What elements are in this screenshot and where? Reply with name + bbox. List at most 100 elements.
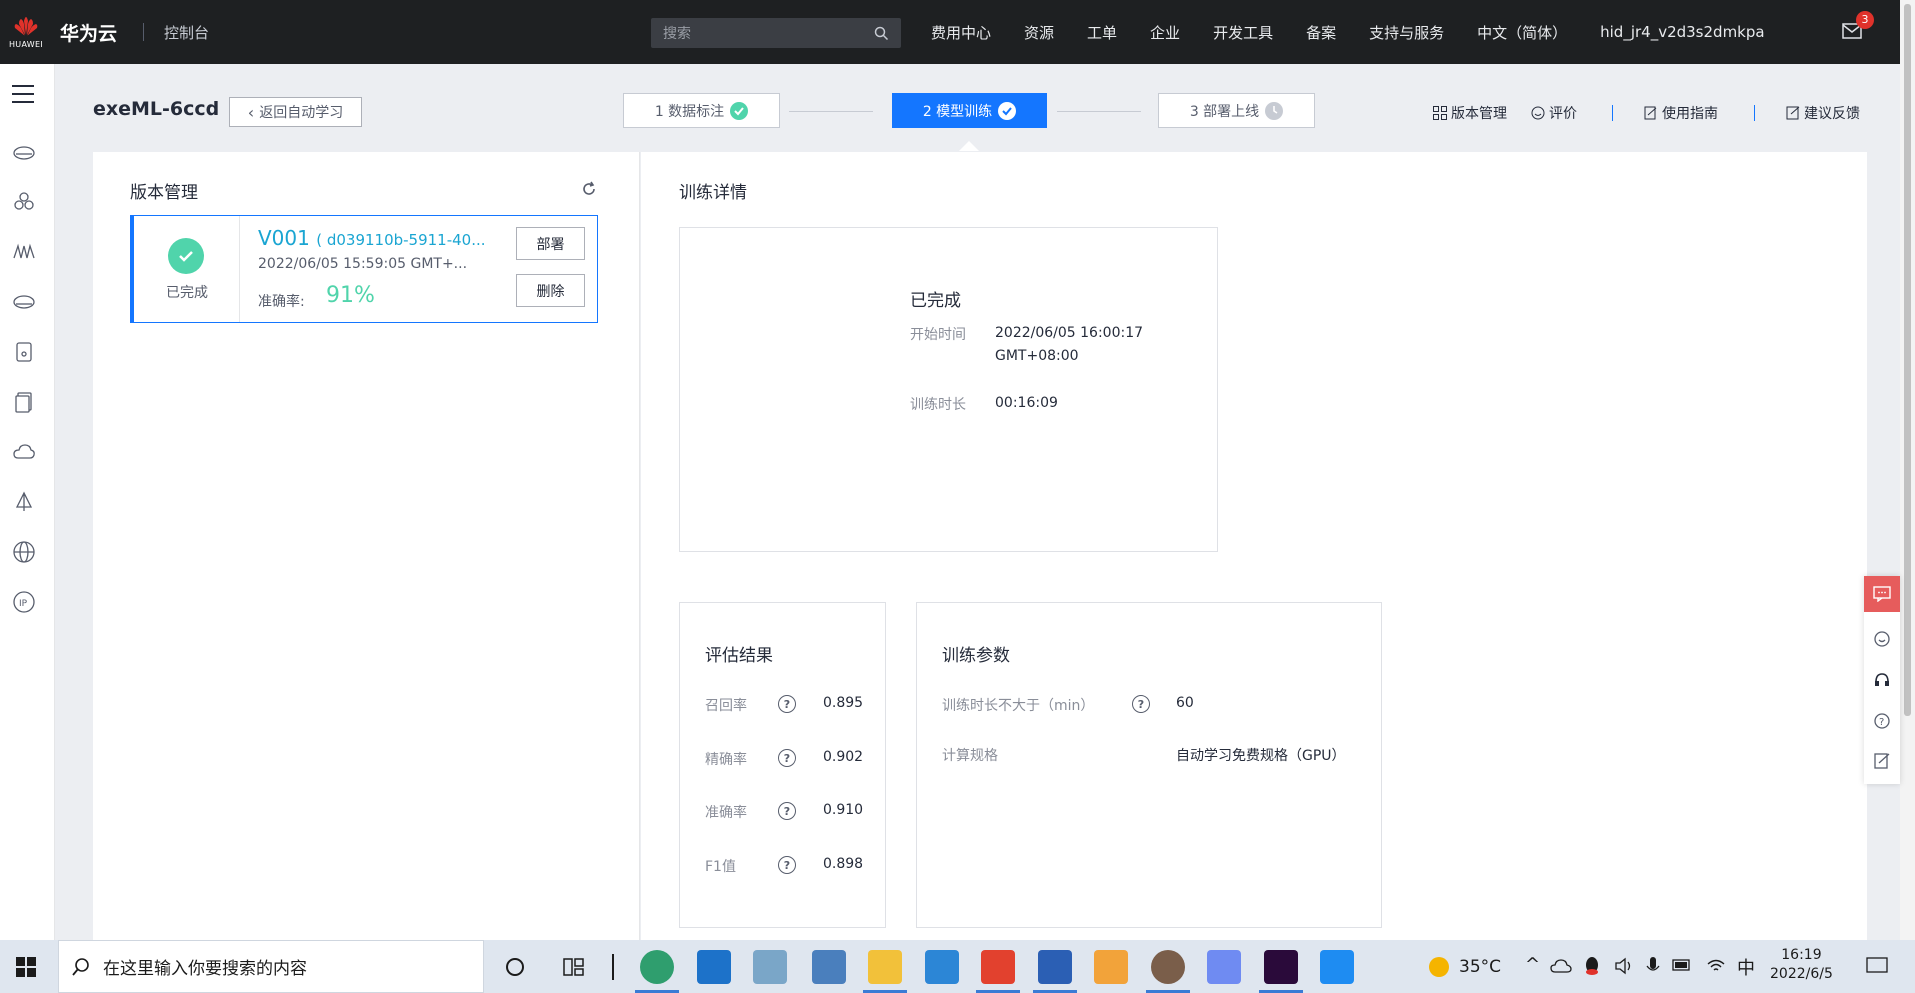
search-input[interactable]: 搜索 bbox=[651, 18, 901, 48]
step-data-labeling[interactable]: 1 数据标注 bbox=[623, 93, 780, 128]
version-card[interactable]: 已完成 V001 ( d039110b-5911-40... 2022/06/0… bbox=[130, 215, 598, 323]
version-manage-link[interactable]: 版本管理 bbox=[1433, 103, 1507, 123]
feishu-app-icon[interactable] bbox=[1320, 950, 1354, 984]
step-model-training[interactable]: 2 模型训练 bbox=[892, 93, 1047, 128]
check-circle-icon bbox=[730, 101, 749, 120]
step-deploy[interactable]: 3 部署上线 bbox=[1158, 93, 1315, 128]
nav-item-billing[interactable]: 费用中心 bbox=[931, 22, 991, 43]
cluster-icon[interactable] bbox=[12, 190, 36, 214]
duration-value: 00:16:09 bbox=[995, 395, 1058, 411]
rate-link[interactable]: 评价 bbox=[1531, 103, 1577, 123]
page-scrollbar[interactable] bbox=[1900, 0, 1915, 940]
clock-date: 2022/6/5 bbox=[1770, 966, 1833, 982]
weather-widget[interactable]: 35°C bbox=[1427, 955, 1501, 979]
clock-icon bbox=[1265, 101, 1284, 120]
help-icon[interactable]: ? bbox=[778, 856, 796, 874]
step-label: 1 数据标注 bbox=[654, 103, 725, 120]
nav-item-devtools[interactable]: 开发工具 bbox=[1213, 22, 1273, 43]
help-icon[interactable]: ? bbox=[1873, 712, 1891, 730]
page-title: exeML-6ccd bbox=[93, 98, 220, 120]
cloud-drive-icon[interactable] bbox=[1207, 950, 1241, 984]
help-icon[interactable]: ? bbox=[778, 802, 796, 820]
help-icon[interactable]: ? bbox=[778, 695, 796, 713]
network-icon[interactable] bbox=[12, 490, 36, 514]
delete-button[interactable]: 删除 bbox=[516, 274, 585, 307]
media-app-icon[interactable] bbox=[1094, 950, 1128, 984]
microphone-icon[interactable] bbox=[1646, 956, 1660, 976]
nav-item-tickets[interactable]: 工单 bbox=[1087, 22, 1117, 43]
speaker-icon[interactable] bbox=[1614, 957, 1634, 975]
menu-icon[interactable] bbox=[12, 84, 36, 104]
calendar-app-icon[interactable] bbox=[925, 950, 959, 984]
taskbar-clock[interactable]: 16:19 2022/6/5 bbox=[1770, 946, 1833, 984]
wps-app-icon[interactable] bbox=[981, 950, 1015, 984]
ip-icon[interactable]: IP bbox=[12, 590, 36, 614]
temperature: 35°C bbox=[1459, 957, 1502, 977]
disk-icon[interactable] bbox=[12, 340, 36, 364]
file-explorer-icon[interactable] bbox=[868, 950, 902, 984]
windows-start-icon[interactable] bbox=[16, 957, 36, 977]
premiere-app-icon[interactable] bbox=[1264, 950, 1298, 984]
feedback-link[interactable]: 建议反馈 bbox=[1786, 103, 1860, 123]
language-selector[interactable]: 中文（简体） bbox=[1477, 22, 1567, 43]
training-status: 已完成 bbox=[910, 291, 961, 311]
edge-icon[interactable] bbox=[640, 950, 674, 984]
help-icon[interactable]: ? bbox=[778, 749, 796, 767]
deploy-button[interactable]: 部署 bbox=[516, 227, 585, 260]
cloud-icon[interactable] bbox=[12, 440, 36, 464]
refresh-icon[interactable] bbox=[580, 180, 598, 198]
svg-text:IP: IP bbox=[19, 599, 28, 609]
taskbar-search-input[interactable]: 在这里输入你要搜索的内容 bbox=[58, 940, 484, 993]
wifi-icon[interactable] bbox=[1706, 957, 1726, 975]
backup-icon[interactable] bbox=[12, 390, 36, 414]
chevron-up-icon[interactable]: ^ bbox=[1525, 954, 1540, 975]
floating-toolbar: ? bbox=[1864, 576, 1900, 784]
accuracy-metric-label: 准确率 bbox=[705, 805, 747, 821]
word-app-icon[interactable] bbox=[1038, 950, 1072, 984]
nav-item-support[interactable]: 支持与服务 bbox=[1369, 22, 1444, 43]
accuracy-label: 准确率: bbox=[258, 294, 305, 310]
chat-button[interactable] bbox=[1864, 576, 1900, 612]
help-icon[interactable]: ? bbox=[1132, 695, 1150, 713]
search-placeholder: 搜索 bbox=[663, 26, 691, 42]
training-status-box bbox=[679, 227, 1218, 552]
nav-item-enterprise[interactable]: 企业 bbox=[1150, 22, 1180, 43]
qq-icon[interactable] bbox=[1584, 956, 1600, 976]
console-link[interactable]: 控制台 bbox=[164, 22, 209, 43]
battery-icon[interactable] bbox=[1672, 958, 1692, 972]
function-icon[interactable] bbox=[12, 240, 36, 264]
mail-app-icon[interactable] bbox=[697, 950, 731, 984]
recall-value: 0.895 bbox=[823, 695, 864, 711]
scrollbar-thumb[interactable] bbox=[1904, 4, 1911, 716]
tool-label: 建议反馈 bbox=[1804, 106, 1860, 122]
globe-icon[interactable] bbox=[12, 540, 36, 564]
avatar-app-icon[interactable] bbox=[1151, 950, 1185, 984]
onedrive-icon[interactable] bbox=[1550, 958, 1572, 974]
step-connector bbox=[789, 111, 873, 112]
back-button[interactable]: ‹ 返回自动学习 bbox=[229, 97, 362, 127]
task-view-icon[interactable] bbox=[563, 957, 585, 977]
cloud-server-icon[interactable] bbox=[12, 140, 36, 164]
version-name[interactable]: V001 ( d039110b-5911-40... bbox=[258, 226, 486, 250]
guide-link[interactable]: 使用指南 bbox=[1644, 103, 1718, 123]
recall-label: 召回率 bbox=[705, 698, 747, 714]
storage-icon[interactable] bbox=[12, 290, 36, 314]
brand-name[interactable]: 华为云 bbox=[60, 19, 117, 46]
tool-label: 版本管理 bbox=[1451, 106, 1507, 122]
smile-icon[interactable] bbox=[1873, 630, 1891, 648]
cortana-icon[interactable] bbox=[505, 957, 525, 977]
divider bbox=[1754, 105, 1755, 121]
nav-item-filing[interactable]: 备案 bbox=[1306, 22, 1336, 43]
headset-icon[interactable] bbox=[1873, 671, 1891, 689]
nav-item-resources[interactable]: 资源 bbox=[1024, 22, 1054, 43]
edit-icon[interactable] bbox=[1873, 752, 1891, 770]
huawei-logo[interactable]: HUAWEI bbox=[0, 0, 52, 64]
precision-value: 0.902 bbox=[823, 749, 864, 765]
search-icon[interactable] bbox=[874, 26, 889, 41]
ime-indicator[interactable]: 中 bbox=[1737, 954, 1755, 980]
archive-app-icon[interactable] bbox=[812, 950, 846, 984]
user-account[interactable]: hid_jr4_v2d3s2dmkpa bbox=[1600, 23, 1764, 41]
notification-icon[interactable] bbox=[1866, 956, 1888, 976]
notes-app-icon[interactable] bbox=[753, 950, 787, 984]
check-circle-icon bbox=[168, 238, 204, 274]
